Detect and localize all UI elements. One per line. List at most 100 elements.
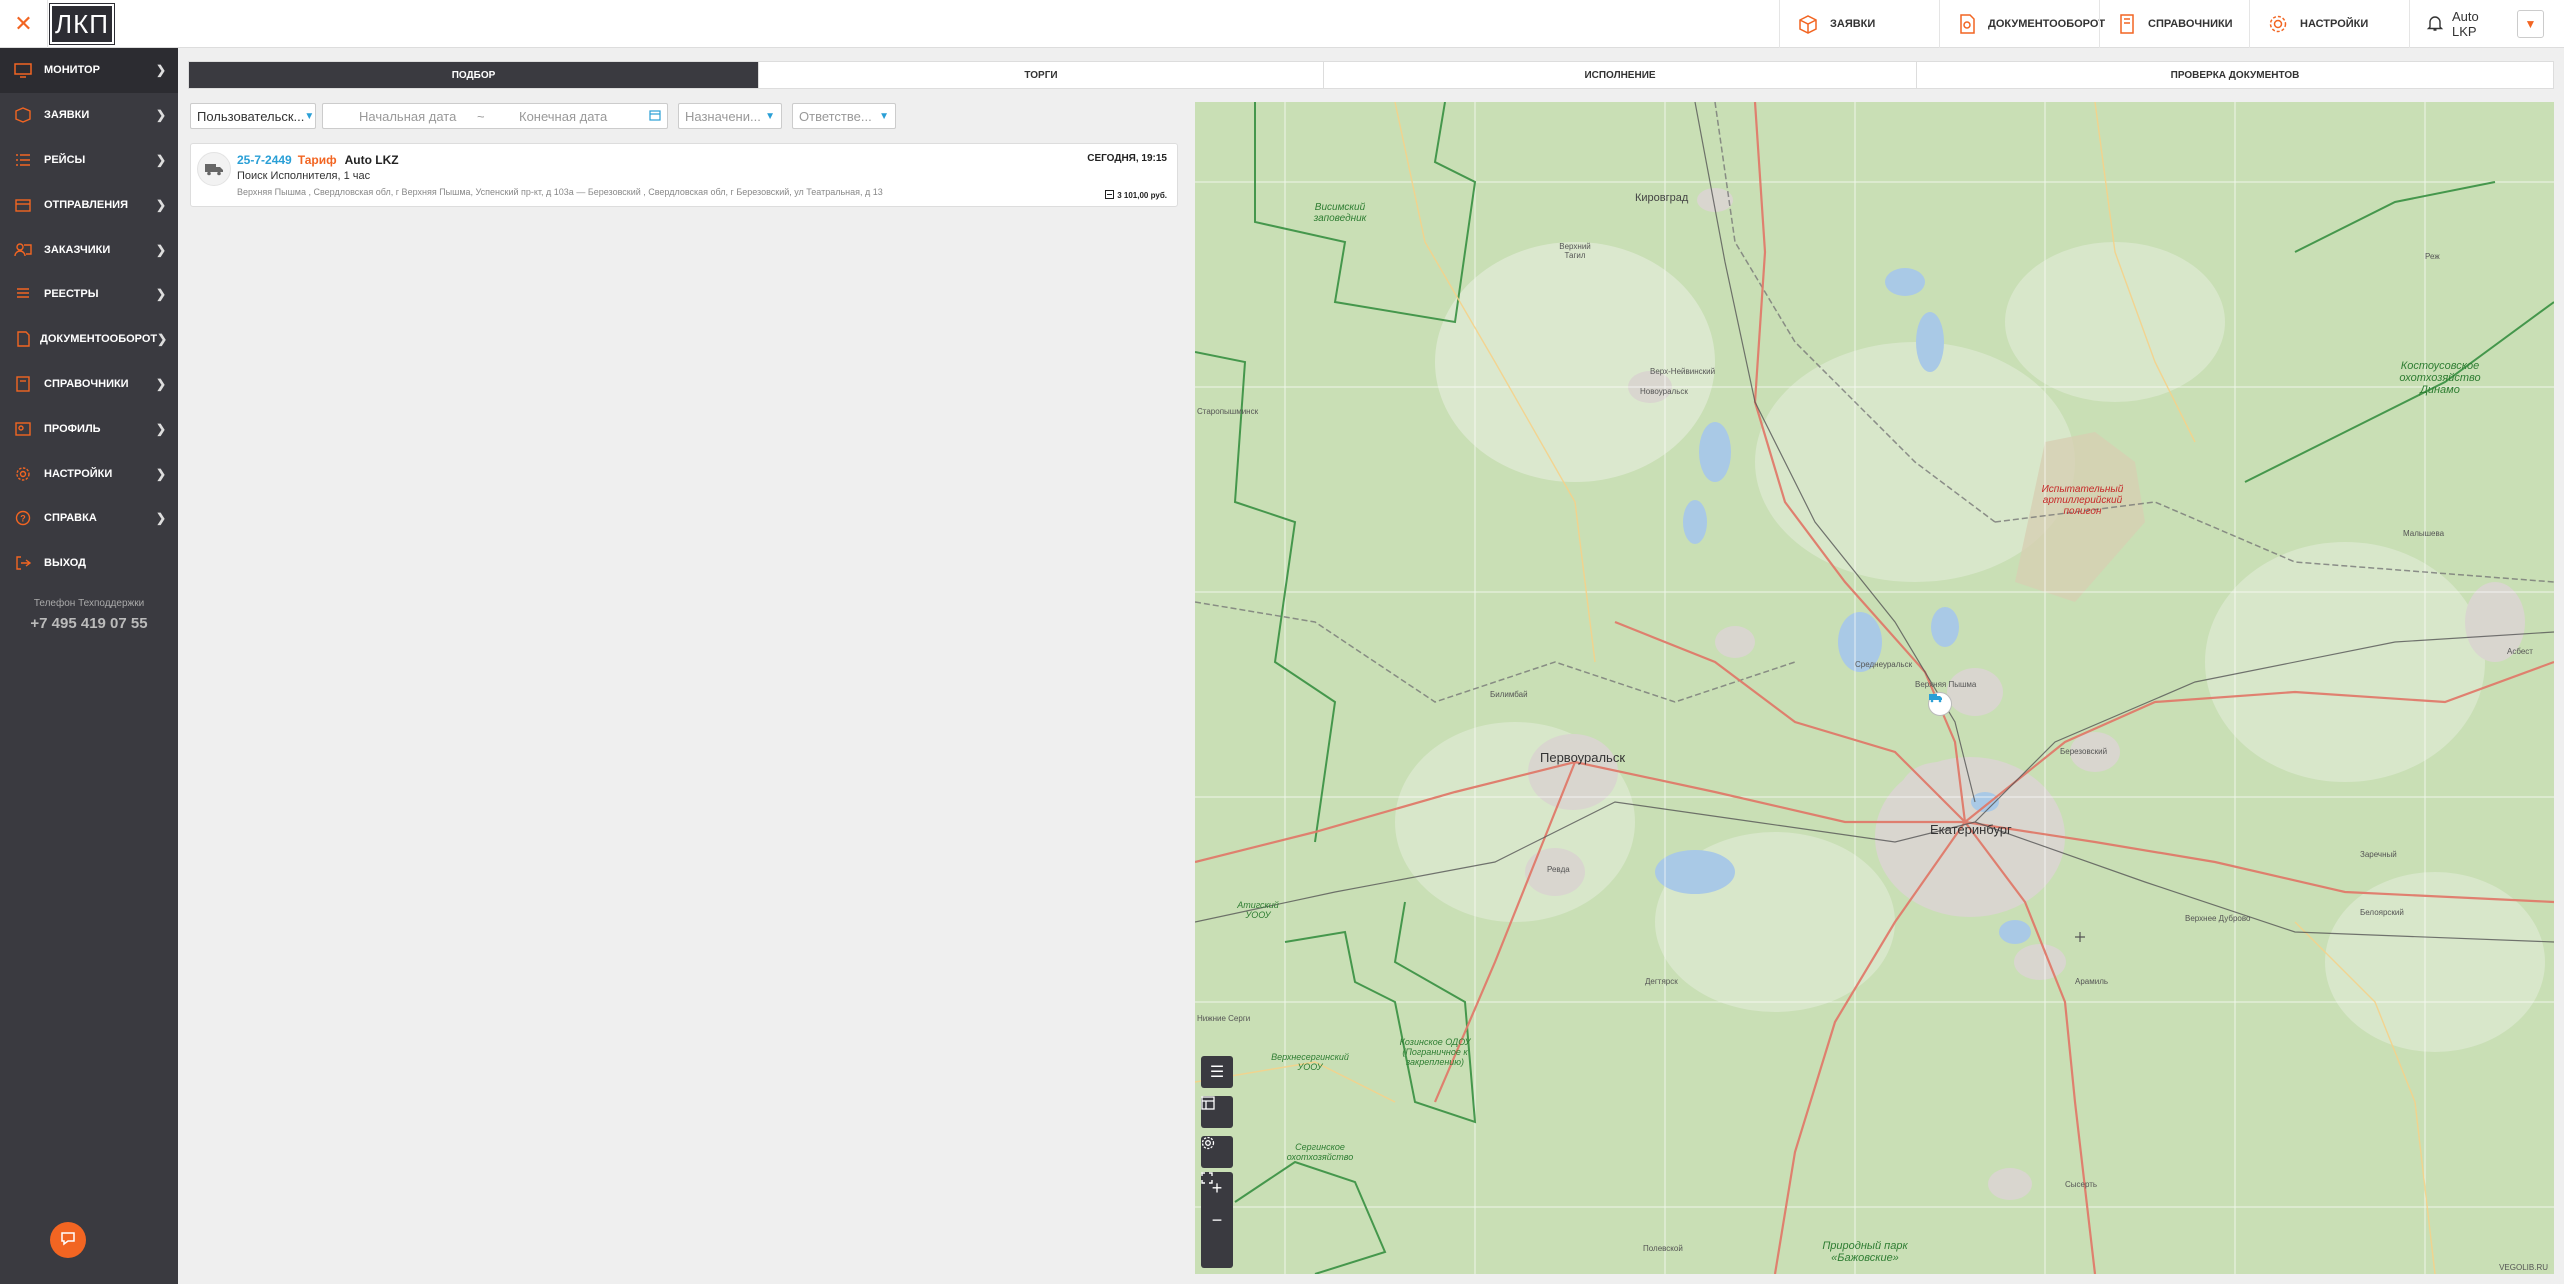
topnav-settings[interactable]: Настройки: [2249, 0, 2409, 48]
map-label-beloyarsky: Белоярский: [2360, 908, 2404, 917]
sidebar-item-label: Выход: [44, 557, 87, 570]
map-label-kostousovskoe: Костоусовское охотхозяйство Динамо: [2399, 360, 2481, 396]
order-number-link[interactable]: 25-7-2449: [237, 153, 292, 167]
support-chat-button[interactable]: [50, 1222, 86, 1258]
map-label-ekaterinburg: Екатеринбург: [1930, 822, 2012, 837]
map-label-test-range: Испытательный артиллерийский полигон: [2041, 484, 2124, 517]
chevron-right-icon: ❯: [155, 421, 166, 436]
map-label-sysert: Сысерть: [2065, 1180, 2098, 1189]
sidebar-item-references[interactable]: Справочники ❯: [0, 362, 178, 407]
end-date-input[interactable]: Конечная дата: [519, 109, 607, 124]
sidebar-item-label: Справочники: [44, 377, 129, 390]
map-label-staropyshminsk: Старопышминск: [1197, 407, 1259, 416]
map-label-kozinskoe: Козинское ОДОУ (Пограничное к закреплени…: [1399, 1037, 1471, 1067]
sidebar-item-label: Рейсы: [44, 153, 86, 166]
sidebar-item-monitor[interactable]: Монитор ❯: [0, 48, 178, 93]
map-settings-button[interactable]: [1201, 1136, 1233, 1168]
fullscreen-button[interactable]: [1201, 1172, 1233, 1268]
sidebar-item-label: Документооборот: [40, 333, 158, 346]
logo[interactable]: ЛКП: [49, 3, 115, 45]
topnav-documents[interactable]: Документооборот: [1939, 0, 2105, 48]
support-phone[interactable]: +7 495 419 07 55: [0, 615, 178, 632]
top-nav: Заявки Документооборот Справочники Настр…: [1779, 0, 2564, 48]
sidebar-item-label: Монитор: [44, 64, 100, 77]
map-label-degtyarsk: Дегтярск: [1645, 977, 1678, 986]
document-icon: [14, 331, 32, 347]
map-label-rezh: Реж: [2425, 252, 2440, 261]
map-label-verkhny-tagil: Верхний Тагил: [1559, 242, 1591, 260]
monitor-icon: [14, 62, 36, 79]
sidebar-item-label: Отправления: [44, 198, 128, 211]
logout-icon: [14, 555, 36, 571]
start-date-input[interactable]: Начальная дата: [359, 109, 456, 124]
sidebar-item-label: Реестры: [44, 288, 99, 301]
book-icon: [2116, 12, 2138, 36]
tab-ispolnenie[interactable]: Исполнение: [1324, 62, 1917, 88]
sidebar-item-profile[interactable]: Профиль ❯: [0, 406, 178, 451]
map-label-srednyuralsk: Среднеуральск: [1855, 660, 1913, 669]
dispatch-icon: [14, 197, 36, 213]
map-list-button[interactable]: ☰: [1201, 1056, 1233, 1088]
topnav-zayavki[interactable]: Заявки: [1779, 0, 1939, 48]
destination-filter-select[interactable]: Назначени... ▼: [678, 103, 782, 129]
map-label-kirovgrad: Кировград: [1635, 192, 1689, 204]
list-icon: [14, 152, 36, 168]
responsible-filter-placeholder: Ответстве...: [799, 108, 872, 124]
chevron-right-icon: ❯: [155, 108, 166, 123]
topnav-settings-label: Настройки: [2300, 18, 2369, 30]
map-label-atigsky: Атигский УООУ: [1237, 900, 1279, 920]
chat-icon: [59, 1229, 77, 1252]
sidebar-item-label: Заявки: [44, 109, 90, 122]
calendar-icon[interactable]: [649, 109, 661, 124]
user-name: Auto LKP: [2452, 9, 2479, 39]
sidebar-item-documents[interactable]: Документооборот ❯: [0, 317, 178, 362]
sidebar-item-label: Справка: [44, 512, 97, 525]
close-menu-button[interactable]: ✕: [0, 0, 48, 48]
chevron-right-icon: ❯: [155, 466, 166, 481]
map-label-verkhnyaya-pyshma: Верхняя Пышма: [1915, 680, 1977, 689]
tab-torgi[interactable]: Торги: [759, 62, 1324, 88]
help-icon: ?: [14, 510, 36, 526]
mode-tabs: Подбор Торги Исполнение Проверка докумен…: [188, 61, 2554, 89]
topnav-references[interactable]: Справочники: [2099, 0, 2249, 48]
user-menu[interactable]: Auto LKP ▼: [2409, 0, 2564, 48]
customers-icon: [14, 242, 36, 258]
map-label-serginskoe: Сергинское охотхозяйство: [1286, 1142, 1354, 1162]
bell-icon[interactable]: [2426, 14, 2444, 35]
svg-text:?: ?: [20, 514, 26, 524]
support-label: Телефон Техподдержки: [33, 597, 145, 609]
order-route: Верхняя Пышма , Свердловская обл, г Верх…: [237, 187, 883, 197]
map-label-nizhnie-sergi: Нижние Серги: [1197, 1014, 1251, 1023]
map-label-verkhnesergi: Верхнесергинский УООУ: [1271, 1052, 1349, 1072]
chevron-down-icon[interactable]: ▼: [2516, 10, 2544, 38]
sidebar-item-otpravleniya[interactable]: Отправления ❯: [0, 182, 178, 227]
order-card[interactable]: 25-7-2449 Тариф Auto LKZ Сегодня, 19:15 …: [190, 143, 1178, 207]
map-label-visimsky: Висимский заповедник: [1313, 202, 1367, 224]
map-label-malyshewa: Малышева: [2403, 529, 2445, 538]
vehicle-map-marker[interactable]: [1928, 692, 1952, 716]
tab-podbor[interactable]: Подбор: [189, 62, 759, 88]
order-price: 3 101,00 руб.: [1105, 190, 1167, 201]
gear-icon: [2266, 12, 2290, 36]
map-label-aramil: Арамиль: [2075, 977, 2109, 986]
sidebar-item-help[interactable]: ? Справка ❯: [0, 496, 178, 541]
user-filter-select[interactable]: Пользовательск... ▼: [190, 103, 316, 129]
sidebar-item-reestry[interactable]: Реестры ❯: [0, 272, 178, 317]
map-view[interactable]: Кировград Верхний Тагил Верх-Нейвинский …: [1195, 102, 2554, 1274]
sidebar-item-logout[interactable]: Выход: [0, 541, 178, 586]
responsible-filter-select[interactable]: Ответстве... ▼: [792, 103, 896, 129]
gear-icon: [14, 466, 36, 482]
plus-icon: +: [1211, 1177, 1223, 1198]
sidebar-item-zayavki[interactable]: Заявки ❯: [0, 93, 178, 138]
sidebar-item-settings[interactable]: Настройки ❯: [0, 451, 178, 496]
zoom-out-button[interactable]: −: [1201, 1204, 1233, 1236]
tab-proverka-dokumentov[interactable]: Проверка документов: [1917, 62, 2553, 88]
sidebar-item-reisy[interactable]: Рейсы ❯: [0, 138, 178, 183]
date-range-picker[interactable]: Начальная дата ~ Конечная дата: [322, 103, 668, 129]
document-icon: [1956, 12, 1978, 36]
sidebar-item-label: Настройки: [44, 467, 113, 480]
order-header: 25-7-2449 Тариф Auto LKZ: [237, 153, 399, 167]
map-layers-button[interactable]: [1201, 1096, 1233, 1128]
registry-icon: [14, 286, 36, 302]
sidebar-item-zakazchiki[interactable]: Заказчики ❯: [0, 227, 178, 272]
